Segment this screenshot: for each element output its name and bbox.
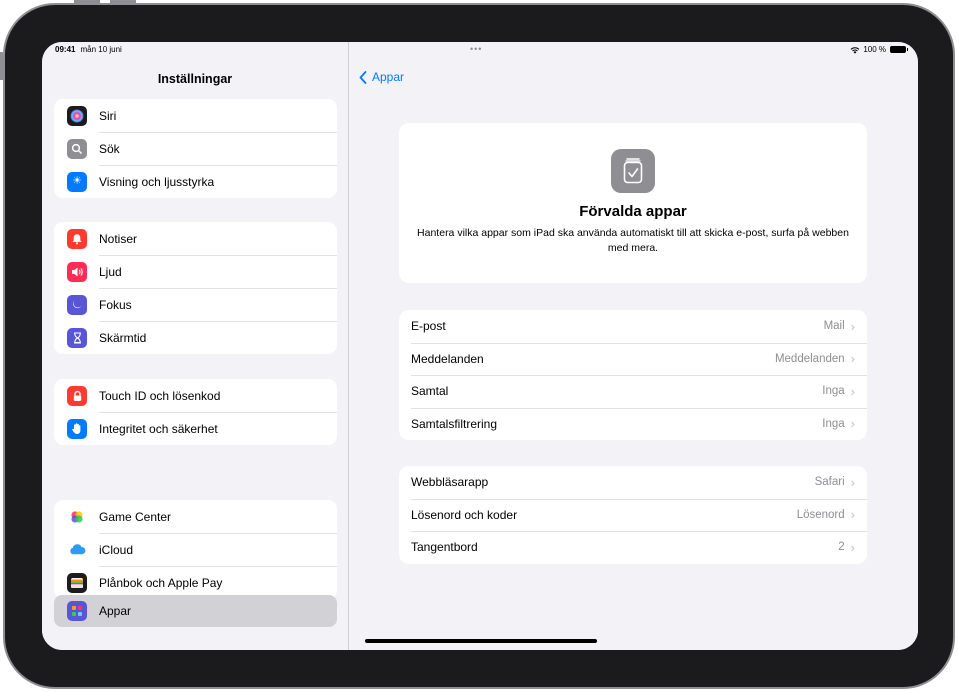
row-keyboard[interactable]: Tangentbord 2 › (399, 531, 867, 564)
row-passwords[interactable]: Lösenord och koder Lösenord › (399, 498, 867, 532)
page-description: Hantera vilka appar som iPad ska använda… (417, 227, 849, 254)
row-label: Meddelanden (411, 351, 484, 366)
wifi-icon (850, 46, 860, 54)
sidebar-item-label: Sök (99, 141, 120, 156)
back-label: Appar (372, 70, 405, 84)
sidebar-group-1: Siri Sök ☀ Visning och ljusstyrka (54, 99, 337, 198)
sidebar-item-label: iCloud (99, 542, 134, 557)
sidebar-item-label: Integritet och säkerhet (99, 421, 218, 436)
sidebar-group-4: Game Center iCloud Plånbok och Apple Pay (54, 500, 337, 599)
defaults-group-communication: E-post Mail › Meddelanden Meddelanden › Sa… (399, 310, 867, 440)
siri-icon (67, 105, 87, 126)
sidebar-item-label: Fokus (99, 297, 132, 312)
sidebar-item-siri[interactable]: Siri (54, 99, 337, 132)
sidebar-item-sound[interactable]: Ljud (54, 255, 337, 288)
top-button-2 (110, 0, 136, 3)
detail-pane: ••• 100 % Appar Förvalda appar Hantera v… (349, 42, 918, 650)
status-time: 09:41 (55, 45, 76, 54)
top-button (74, 0, 100, 3)
status-date: mån 10 juni (80, 45, 122, 54)
row-value: Meddelanden (774, 352, 845, 365)
sidebar-item-privacy[interactable]: Integritet och säkerhet (54, 412, 337, 445)
sidebar-item-touch-id[interactable]: Touch ID och lösenkod (54, 379, 337, 412)
sidebar-item-notifications[interactable]: Notiser (54, 222, 337, 255)
chevron-right-icon: › (850, 318, 855, 334)
row-value: Inga (822, 417, 845, 430)
search-icon (67, 138, 87, 159)
row-call-filtering[interactable]: Samtalsfiltrering Inga › (399, 407, 867, 441)
row-label: Lösenord och koder (411, 507, 518, 522)
row-value: Mail (823, 320, 845, 333)
home-indicator[interactable] (365, 639, 597, 643)
sidebar-item-game-center[interactable]: Game Center (54, 500, 337, 533)
hourglass-icon (67, 327, 87, 348)
sidebar-group-3: Touch ID och lösenkod Integritet och säk… (54, 379, 337, 445)
row-browser[interactable]: Webbläsarapp Safari › (399, 466, 867, 499)
row-label: Webbläsarapp (411, 475, 489, 490)
chevron-right-icon: › (850, 351, 855, 367)
row-messages[interactable]: Meddelanden Meddelanden › (399, 342, 867, 376)
multitasking-dots[interactable]: ••• (470, 44, 482, 54)
sidebar-item-label: Appar (99, 604, 132, 618)
sidebar-item-display[interactable]: ☀ Visning och ljusstyrka (54, 165, 337, 198)
sidebar-item-apps[interactable]: Appar (54, 595, 337, 627)
row-value: Inga (822, 385, 845, 398)
row-label: Samtalsfiltrering (411, 416, 498, 431)
sidebar-item-focus[interactable]: Fokus (54, 288, 337, 321)
brightness-icon: ☀ (67, 171, 87, 192)
sidebar-item-label: Skärmtid (99, 330, 147, 345)
defaults-group-browsing: Webbläsarapp Safari › Lösenord och koder … (399, 466, 867, 564)
sidebar-item-icloud[interactable]: iCloud (54, 533, 337, 566)
sidebar-item-label: Ljud (99, 264, 122, 279)
chevron-left-icon (359, 70, 367, 84)
sidebar-item-screen-time[interactable]: Skärmtid (54, 321, 337, 354)
row-calls[interactable]: Samtal Inga › (399, 375, 867, 408)
row-value: 2 (838, 541, 845, 554)
screen: 09:41 mån 10 juni Inställningar Siri Sök … (42, 42, 918, 650)
chevron-right-icon: › (850, 383, 855, 399)
game-center-icon (67, 506, 87, 527)
volume-button (0, 52, 3, 80)
status-bar-right: 100 % (850, 45, 908, 54)
wallet-icon (67, 572, 87, 593)
row-label: Tangentbord (411, 540, 478, 555)
bell-icon (67, 228, 87, 249)
sidebar-item-label: Visning och ljusstyrka (99, 174, 215, 189)
chevron-right-icon: › (850, 539, 855, 555)
cloud-icon (67, 539, 87, 560)
default-apps-header: Förvalda appar Hantera vilka appar som i… (399, 123, 867, 283)
sidebar-item-label: Touch ID och lösenkod (99, 388, 221, 403)
chevron-right-icon: › (850, 474, 855, 490)
speaker-icon (67, 261, 87, 282)
sidebar-item-search[interactable]: Sök (54, 132, 337, 165)
row-label: E-post (411, 319, 446, 334)
apps-icon (67, 601, 87, 621)
lock-icon (67, 385, 87, 406)
chevron-right-icon: › (850, 507, 855, 523)
moon-icon (67, 294, 87, 315)
hand-icon (67, 418, 87, 439)
sidebar-title: Inställningar (157, 72, 233, 86)
row-email[interactable]: E-post Mail › (399, 310, 867, 343)
battery-icon (890, 46, 908, 53)
page-title: Förvalda appar (579, 203, 687, 220)
sidebar-item-label: Plånbok och Apple Pay (99, 575, 223, 590)
battery-percentage: 100 % (863, 45, 886, 54)
row-value: Lösenord (796, 508, 845, 521)
status-bar-left: 09:41 mån 10 juni (55, 45, 122, 54)
sidebar-item-label: Notiser (99, 231, 138, 246)
chevron-right-icon: › (850, 416, 855, 432)
row-value: Safari (814, 476, 845, 489)
sidebar: 09:41 mån 10 juni Inställningar Siri Sök … (42, 42, 349, 650)
sidebar-group-2: Notiser Ljud Fokus Skärmtid (54, 222, 337, 354)
default-apps-icon (611, 149, 655, 193)
back-button[interactable]: Appar (359, 70, 404, 84)
sidebar-item-label: Siri (99, 108, 117, 123)
row-label: Samtal (411, 384, 449, 399)
sidebar-item-label: Game Center (99, 509, 172, 524)
